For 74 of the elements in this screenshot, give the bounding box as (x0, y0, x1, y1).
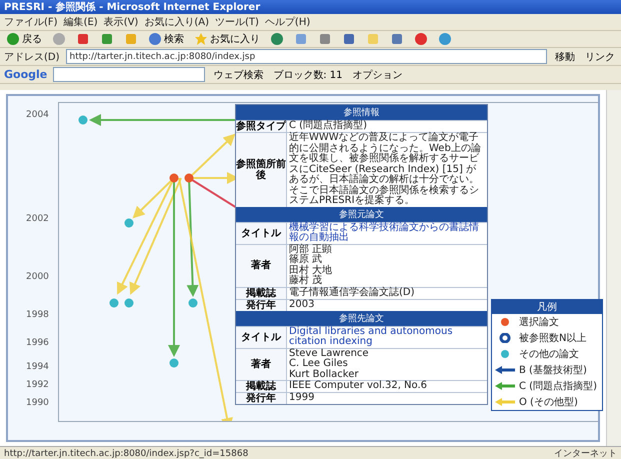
paper-node[interactable] (184, 174, 194, 182)
paper-node[interactable] (124, 218, 134, 228)
go-button[interactable]: 移動 (553, 50, 577, 64)
history-button[interactable] (268, 32, 286, 46)
legend-label: B (基盤技術型) (519, 364, 587, 377)
menu-item[interactable]: 表示(V) (104, 15, 138, 29)
row-value: C (問題点指摘型) (286, 121, 487, 132)
year-label: 2004 (26, 110, 49, 120)
window-title: PRESRI - 参照関係 - Microsoft Internet Explorer (4, 0, 260, 14)
row-label: 掲載誌 (236, 288, 286, 298)
address-label: アドレス(D) (4, 50, 60, 64)
favorites-button[interactable]: お気に入り (192, 32, 262, 46)
year-label: 1990 (26, 398, 49, 408)
row-label: 発行年 (236, 300, 286, 310)
forward-button[interactable] (50, 32, 68, 46)
messenger-button[interactable] (436, 32, 454, 46)
row-label: タイトル (236, 326, 286, 348)
legend-label: その他の論文 (519, 348, 579, 361)
row-label: 参照箇所前後 (236, 133, 286, 206)
year-label: 1998 (26, 310, 49, 320)
row-value: 阿部 正顕 篠原 武 田村 大地 藤村 茂 (286, 244, 487, 286)
row-label: 発行年 (236, 393, 286, 404)
paper-node[interactable] (124, 298, 134, 308)
legend-title: 凡例 (492, 300, 602, 314)
row-value: 電子情報通信学会論文誌(D) (286, 288, 487, 298)
legend-label: 選択論文 (519, 316, 559, 329)
row-label: 参照タイプ (236, 121, 286, 132)
arrow-icon (495, 381, 515, 391)
legend-label: 被参照数N以上 (519, 332, 586, 345)
ring-button[interactable] (412, 32, 430, 46)
search-field[interactable] (53, 67, 206, 82)
menu-item[interactable]: ツール(T) (215, 15, 259, 29)
arrow-icon (495, 365, 515, 375)
year-label: 1996 (26, 338, 49, 348)
status-url: http://tarter.jn.titech.ac.jp:8080/index.jsp?c_id=15868 (4, 448, 248, 458)
section-header: 参照元論文 (236, 206, 487, 222)
paper-node[interactable] (78, 116, 88, 124)
web-search-button[interactable]: ウェブ検索 (211, 68, 266, 82)
menu-item[interactable]: お気に入り(A) (144, 15, 209, 29)
row-label: 著者 (236, 244, 286, 286)
paper-node[interactable] (170, 358, 178, 368)
row-value: IEEE Computer vol.32, No.6 (286, 381, 487, 392)
row-value: Steve Lawrence C. Lee Giles Kurt Bollacker (286, 348, 487, 380)
back-button[interactable]: 戻る (4, 32, 44, 46)
scrollbar[interactable] (606, 90, 621, 446)
row-value: 1999 (286, 393, 487, 404)
paper-node[interactable] (170, 174, 178, 182)
row-label: 著者 (236, 348, 286, 380)
legend-label: C (問題点指摘型) (519, 380, 597, 393)
paper-title-link[interactable]: Digital libraries and autonomous citation indexing (286, 326, 487, 348)
menu-item[interactable]: ヘルプ(H) (264, 15, 310, 29)
year-label: 1992 (26, 380, 49, 390)
paper-title-link[interactable]: 機械学習による科学技術論文からの書誌情報の自動抽出 (286, 222, 487, 244)
row-label: タイトル (236, 222, 286, 244)
legend-label: O (その他型) (519, 396, 578, 409)
zone-label: インターネット (554, 448, 617, 459)
arrow-icon (495, 397, 515, 407)
row-label: 掲載誌 (236, 381, 286, 392)
popup-blocker-button[interactable]: ブロック数: 11 (271, 68, 345, 82)
section-header: 参照先論文 (236, 310, 487, 326)
toolbar-logo: Google (4, 68, 48, 81)
address-field[interactable]: http://tarter.jn.titech.ac.jp:8080/index.jsp (66, 49, 547, 64)
year-label: 1994 (26, 362, 49, 372)
favorites-icon (194, 32, 208, 46)
search-button[interactable]: 検索 (146, 32, 186, 46)
year-label: 2000 (26, 272, 49, 282)
links-button[interactable]: リンク (583, 50, 617, 64)
menu-item[interactable]: 編集(E) (64, 15, 98, 29)
paper-node[interactable] (188, 298, 198, 308)
section-header: 参照情報 (236, 105, 487, 120)
paper-node[interactable] (110, 298, 118, 308)
options-button[interactable]: オプション (350, 68, 405, 82)
year-label: 2002 (26, 214, 49, 224)
menu-item[interactable]: ファイル(F) (4, 15, 58, 29)
